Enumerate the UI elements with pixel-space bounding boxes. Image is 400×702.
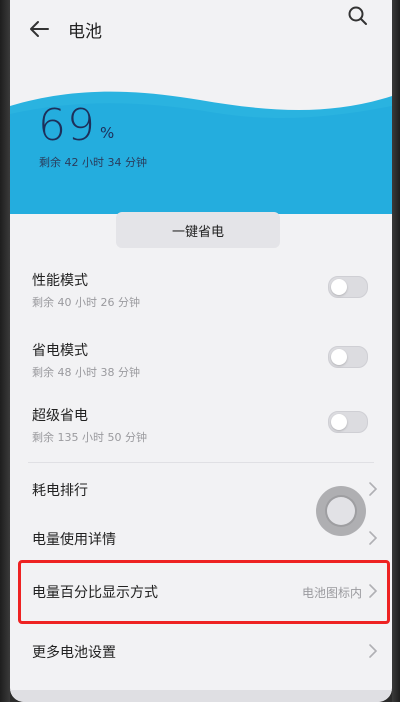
assist-ball-center-icon <box>325 495 357 527</box>
toggle-knob <box>331 349 347 365</box>
nav-item-label: 耗电排行 <box>32 483 88 499</box>
battery-settings-screen: 电池 69 % 剩余 42 小时 34 分钟 一键省电 性能模式 剩余 40 小… <box>10 0 392 702</box>
mode-subtitle: 剩余 40 小时 26 分钟 <box>32 296 140 309</box>
battery-percent-sign: % <box>100 124 115 142</box>
nav-item-label: 电量使用详情 <box>32 532 116 548</box>
search-icon[interactable] <box>346 4 370 28</box>
mode-title: 超级省电 <box>32 408 88 424</box>
chevron-right-icon <box>369 482 378 496</box>
nav-item-more-settings[interactable]: 更多电池设置 <box>10 632 392 672</box>
nav-item-label: 更多电池设置 <box>32 645 116 661</box>
battery-remaining-time: 剩余 42 小时 34 分钟 <box>39 156 147 169</box>
toggle-knob <box>331 414 347 430</box>
chevron-right-icon <box>369 644 378 658</box>
header: 电池 <box>10 0 392 60</box>
floating-assist-ball[interactable] <box>316 486 366 536</box>
mode-subtitle: 剩余 48 小时 38 分钟 <box>32 366 140 379</box>
highlight-annotation-box <box>18 560 390 624</box>
mode-title: 省电模式 <box>32 343 88 359</box>
mode-subtitle: 剩余 135 小时 50 分钟 <box>32 431 147 444</box>
mode-row-power-saving: 省电模式 剩余 48 小时 38 分钟 <box>10 340 392 390</box>
mode-row-performance: 性能模式 剩余 40 小时 26 分钟 <box>10 270 392 320</box>
battery-percent: 69 <box>38 100 96 151</box>
chevron-right-icon <box>369 531 378 545</box>
device-bezel-right <box>392 0 400 702</box>
back-arrow-icon[interactable] <box>26 16 52 42</box>
section-divider <box>28 462 374 463</box>
ultra-saving-mode-toggle[interactable] <box>328 411 368 433</box>
page-title: 电池 <box>68 22 102 42</box>
power-saving-mode-toggle[interactable] <box>328 346 368 368</box>
mode-title: 性能模式 <box>32 273 88 289</box>
mode-row-ultra-saving: 超级省电 剩余 135 小时 50 分钟 <box>10 405 392 455</box>
device-bezel-left <box>0 0 10 702</box>
one-tap-save-button[interactable]: 一键省电 <box>116 212 280 248</box>
toggle-knob <box>331 279 347 295</box>
performance-mode-toggle[interactable] <box>328 276 368 298</box>
bottom-bar <box>10 690 392 702</box>
